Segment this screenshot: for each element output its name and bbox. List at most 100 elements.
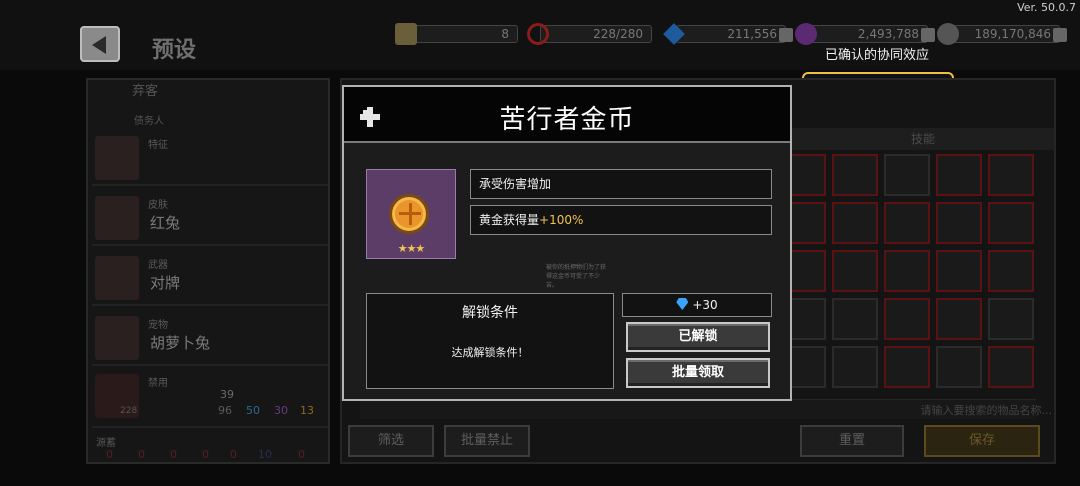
row-label: 禁用 <box>148 378 168 389</box>
ban-icon <box>527 23 549 45</box>
bottom-value: 0 <box>106 448 113 461</box>
bottom-value: 10 <box>258 448 272 461</box>
version-label: Ver. 50.0.7 <box>1017 1 1076 14</box>
rarity-stars: ★★★ <box>397 242 426 255</box>
trait-thumb <box>95 136 139 180</box>
ban-count: 228 <box>120 406 138 416</box>
effect-value: +100% <box>539 213 584 227</box>
item-cell[interactable] <box>988 346 1034 388</box>
modal-header: 苦行者金币 <box>344 87 790 143</box>
item-cell[interactable] <box>988 154 1034 196</box>
item-cell[interactable] <box>884 298 930 340</box>
row-value: 对牌 <box>150 274 181 292</box>
item-lore: 被你的抵押物们为了获得这金币可受了不少苦。 <box>546 264 607 289</box>
item-cell[interactable] <box>832 298 878 340</box>
resource-purple: 2,493,788 <box>795 23 935 45</box>
pet-thumb <box>95 316 139 360</box>
bottom-label: 源蓄 <box>96 438 116 449</box>
ban-row[interactable]: 228 禁用 39 96 50 30 13 <box>92 370 328 428</box>
item-icon-box: ★★★ <box>366 169 456 259</box>
synergy-title: 已确认的协同效应 <box>825 48 930 63</box>
filter-button[interactable]: 筛选 <box>348 425 434 457</box>
back-button[interactable] <box>80 26 120 62</box>
skin-thumb <box>95 196 139 240</box>
item-cell[interactable] <box>988 250 1034 292</box>
item-cell[interactable] <box>936 154 982 196</box>
item-cell[interactable] <box>832 154 878 196</box>
character-class: 债务人 <box>134 116 164 127</box>
effect-text: 黄金获得量 <box>479 213 540 227</box>
effect-line: 承受伤害增加 <box>470 169 772 199</box>
trait-row[interactable]: 特征 <box>92 132 328 186</box>
resource-value: 189,170,846 <box>974 27 1051 41</box>
coin-icon <box>389 194 429 234</box>
item-cell[interactable] <box>936 298 982 340</box>
cost-value: +30 <box>692 298 718 312</box>
item-cell[interactable] <box>988 202 1034 244</box>
effect-line: 黄金获得量+100% <box>470 205 772 235</box>
bottom-value: 0 <box>202 448 209 461</box>
bottom-value: 0 <box>170 448 177 461</box>
resource-value: 228/280 <box>593 27 643 41</box>
row-label: 宠物 <box>148 320 168 331</box>
ban-stat-b: 50 <box>246 404 260 417</box>
batch-ban-button[interactable]: 批量禁止 <box>444 425 530 457</box>
unlocked-button[interactable]: 已解锁 <box>626 322 770 352</box>
reset-button[interactable]: 重置 <box>800 425 904 457</box>
character-name: 弃客 <box>132 84 159 99</box>
row-value: 胡萝卜兔 <box>150 334 211 352</box>
item-cell[interactable] <box>884 346 930 388</box>
ban-stat-c: 30 <box>274 404 288 417</box>
bottom-value: 0 <box>298 448 305 461</box>
skin-row[interactable]: 皮肤 红兔 <box>92 192 328 246</box>
gem-icon <box>676 298 689 310</box>
item-cell[interactable] <box>832 250 878 292</box>
weapon-row[interactable]: 武器 对牌 <box>92 252 328 306</box>
row-label: 皮肤 <box>148 200 168 211</box>
resource-value: 2,493,788 <box>857 27 919 41</box>
resource-value: 211,556 <box>727 27 777 41</box>
page-title: 预设 <box>152 38 197 63</box>
row-label: 武器 <box>148 260 168 271</box>
coin-icon <box>937 23 959 45</box>
resource-gem: 211,556 <box>663 23 793 45</box>
pet-row[interactable]: 宠物 胡萝卜兔 <box>92 312 328 366</box>
item-cell[interactable] <box>936 346 982 388</box>
batch-claim-button[interactable]: 批量领取 <box>626 358 770 388</box>
ban-total: 39 <box>220 388 234 401</box>
item-detail-modal: 苦行者金币 ★★★ 承受伤害增加 黄金获得量+100% 被你的抵押物们为了获得这… <box>342 85 792 401</box>
ban-stat-d: 13 <box>300 404 314 417</box>
bottom-value: 0 <box>138 448 145 461</box>
item-cell[interactable] <box>832 202 878 244</box>
resource-scroll: 8 <box>395 23 518 45</box>
loadout-panel: 弃客 债务人 特征 皮肤 红兔 武器 对牌 宠物 胡萝卜兔 228 禁用 39 … <box>86 78 330 464</box>
save-button[interactable]: 保存 <box>924 425 1040 457</box>
unlock-description: 达成解锁条件！ <box>451 346 529 359</box>
add-crystal-button[interactable] <box>921 28 935 42</box>
item-cell[interactable] <box>936 202 982 244</box>
unlock-title: 解锁条件 <box>462 305 518 321</box>
ban-stat-a: 96 <box>218 404 232 417</box>
resource-coin: 189,170,846 <box>937 23 1067 45</box>
tab-skills[interactable]: 技能 <box>792 128 1054 150</box>
unlock-condition-box: 解锁条件 达成解锁条件！ <box>366 293 614 389</box>
item-cell[interactable] <box>832 346 878 388</box>
item-cell[interactable] <box>884 202 930 244</box>
resource-value: 8 <box>501 27 509 41</box>
add-coin-button[interactable] <box>1053 28 1067 42</box>
bottom-value: 0 <box>230 448 237 461</box>
resource-ban: 228/280 <box>527 23 652 45</box>
item-grid <box>780 154 1040 404</box>
unlock-cost: +30 <box>622 293 772 317</box>
item-cell[interactable] <box>936 250 982 292</box>
modal-title: 苦行者金币 <box>499 105 635 135</box>
weapon-thumb <box>95 256 139 300</box>
search-placeholder: 请输入要搜索的物品名称... <box>920 404 1053 417</box>
purple-crystal-icon <box>795 23 817 45</box>
item-cell[interactable] <box>884 154 930 196</box>
item-cell[interactable] <box>884 250 930 292</box>
row-label: 特征 <box>148 140 168 151</box>
add-gem-button[interactable] <box>779 28 793 42</box>
item-cell[interactable] <box>988 298 1034 340</box>
row-value: 红兔 <box>150 214 181 232</box>
